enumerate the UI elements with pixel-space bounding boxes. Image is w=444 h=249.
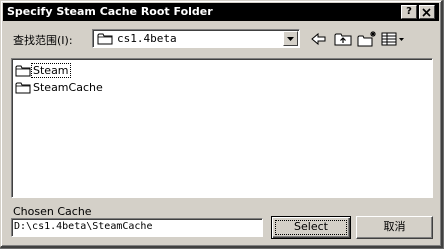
list-item-label: SteamCache [33,81,103,94]
select-button[interactable]: Select [271,216,351,239]
folder-dialog: Specify Steam Cache Root Folder ? 查找范围(I… [0,0,443,248]
view-menu-button[interactable] [380,29,406,49]
folder-icon [15,82,31,94]
back-icon [311,32,326,46]
close-icon [422,8,431,17]
chevron-down-icon [287,37,294,41]
up-folder-button[interactable] [332,29,354,49]
view-menu-icon [381,32,404,46]
title-bar[interactable]: Specify Steam Cache Root Folder ? [3,3,439,21]
close-button[interactable] [419,5,435,19]
dialog-title: Specify Steam Cache Root Folder [7,5,213,18]
dropdown-arrow-button[interactable] [283,31,298,46]
list-item-label: Steam [31,63,71,78]
folder-icon [97,33,113,45]
new-folder-icon [357,31,376,47]
chosen-cache-path-field[interactable]: D:\cs1.4beta\SteamCache [11,218,263,237]
help-button[interactable]: ? [401,5,417,19]
select-button-label: Select [294,220,328,233]
look-in-dropdown[interactable]: cs1.4beta [92,29,300,48]
up-folder-icon [334,33,352,46]
folder-list[interactable]: Steam SteamCache [11,58,433,198]
folder-icon [15,65,31,77]
cancel-button[interactable]: 取消 [356,216,433,239]
look-in-label: 查找范围(I): [13,34,73,47]
look-in-value: cs1.4beta [117,32,177,45]
new-folder-button[interactable] [356,29,378,49]
back-button[interactable] [308,29,330,49]
cancel-button-label: 取消 [383,220,406,233]
chosen-cache-label: Chosen Cache [13,205,92,218]
